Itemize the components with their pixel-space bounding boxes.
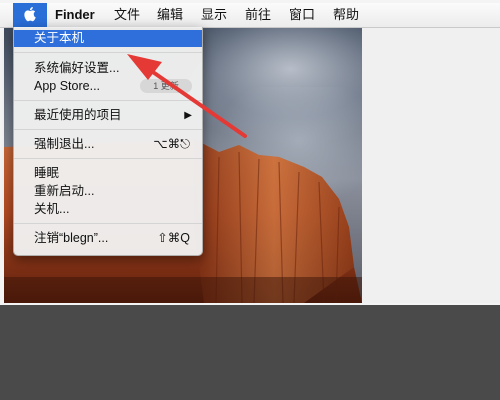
menu-go[interactable]: 前往: [245, 3, 271, 27]
shortcut-label: ⌥⌘⎋: [153, 137, 190, 151]
menu-item-system-preferences[interactable]: 系统偏好设置...: [14, 60, 202, 77]
menu-separator: [14, 100, 202, 101]
menu-item-label: App Store...: [34, 79, 101, 93]
menu-separator: [14, 129, 202, 130]
menu-file[interactable]: 文件: [114, 3, 140, 27]
submenu-arrow-icon: ▶: [184, 110, 192, 121]
menu-item-label: 睡眠: [34, 166, 60, 180]
shortcut-label: ⇧⌘Q: [157, 231, 190, 245]
menu-separator: [14, 52, 202, 53]
menu-item-label: 重新启动...: [34, 184, 95, 198]
apple-dropdown-menu: 关于本机 系统偏好设置... App Store... 1 更新 最近使用的项目…: [13, 27, 203, 256]
menu-item-label: 最近使用的项目: [34, 108, 122, 122]
apple-menu-button[interactable]: [13, 3, 47, 27]
menu-item-shutdown[interactable]: 关机...: [14, 201, 202, 218]
menu-separator: [14, 158, 202, 159]
menu-item-label: 注销“blegn”...: [34, 231, 109, 245]
menu-edit[interactable]: 编辑: [157, 3, 183, 27]
menu-separator: [14, 223, 202, 224]
menu-item-force-quit[interactable]: 强制退出... ⌥⌘⎋: [14, 136, 202, 153]
menu-help[interactable]: 帮助: [333, 3, 359, 27]
menu-item-sleep[interactable]: 睡眠: [14, 165, 202, 182]
menu-item-restart[interactable]: 重新启动...: [14, 183, 202, 200]
menu-bar: Finder 文件 编辑 显示 前往 窗口 帮助: [0, 3, 500, 28]
menu-item-logout[interactable]: 注销“blegn”... ⇧⌘Q: [14, 230, 202, 247]
menu-item-app-store[interactable]: App Store... 1 更新: [14, 78, 202, 95]
screenshot-frame: Finder 文件 编辑 显示 前往 窗口 帮助 关于本机 系统偏好设置... …: [0, 0, 500, 305]
menu-item-about[interactable]: 关于本机: [14, 30, 202, 47]
update-badge: 1 更新: [140, 79, 192, 93]
menu-item-label: 关于本机: [34, 31, 85, 45]
menu-window[interactable]: 窗口: [289, 3, 315, 27]
menu-view[interactable]: 显示: [201, 3, 227, 27]
apple-icon: [24, 7, 36, 22]
menu-finder[interactable]: Finder: [55, 3, 95, 27]
menu-item-label: 关机...: [34, 202, 70, 216]
window-background: [362, 27, 500, 303]
menu-item-label: 强制退出...: [34, 137, 95, 151]
menu-item-label: 系统偏好设置...: [34, 61, 120, 75]
menu-item-recent-items[interactable]: 最近使用的项目 ▶: [14, 107, 202, 124]
